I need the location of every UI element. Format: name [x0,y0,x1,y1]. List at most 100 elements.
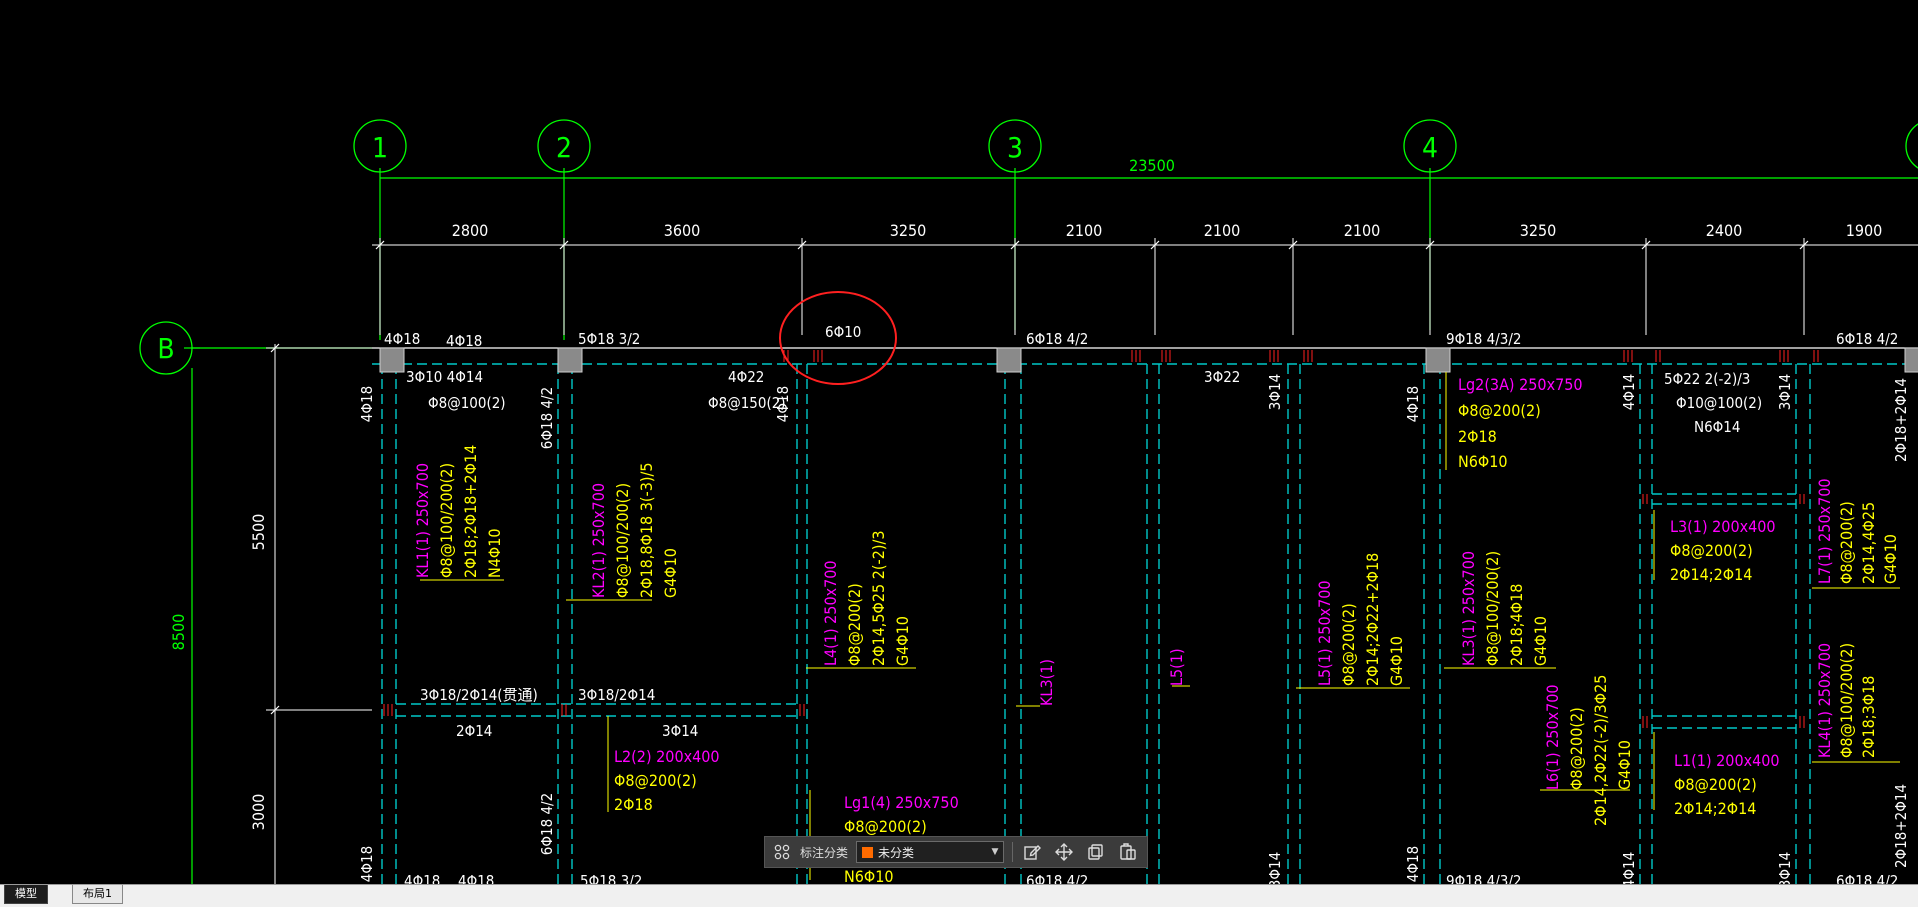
kl3-rebar: 2Φ18;4Φ18 [1507,584,1526,666]
left-overall-dimension: 8500 [169,614,188,651]
edit-icon [1024,845,1042,860]
l5-stirrup: Φ8@200(2) [1339,603,1358,686]
l3-title: L3(1) 200x400 [1670,517,1776,536]
vertical-rebar-label: 4Φ14 [1620,852,1638,888]
lg1-stirrup: Φ8@200(2) [844,817,927,836]
top-rebar-label: 6Φ18 4/2 [1836,330,1898,348]
l-corner-label: N6Φ14 [1694,418,1740,436]
vertical-rebar-label: 3Φ14 [1776,852,1794,888]
top-rebar-label: 5Φ18 3/2 [578,330,640,348]
vertical-rebar-label: 3Φ14 [1776,374,1794,410]
move-annotation-button[interactable] [1051,840,1077,864]
mid-rebar-label: 2Φ14 [456,722,492,740]
l6-side: G4Φ10 [1615,740,1634,790]
lg2-rebar: 2Φ18 [1458,427,1497,446]
l1-stirrup: Φ8@200(2) [1674,775,1757,794]
tab-model[interactable]: 模型 [4,885,48,904]
l2-stirrup: Φ8@200(2) [614,771,697,790]
l7-title: L7(1) 250x700 [1815,478,1834,584]
vertical-rebar-label: 2Φ18+2Φ14 [1892,378,1910,462]
l5-side: G4Φ10 [1387,636,1406,686]
vertical-dim-3000: 3000 [249,794,268,831]
lg2-side: N6Φ10 [1458,452,1508,471]
span-dim: 2400 [1706,221,1743,240]
copy-icon [1088,844,1103,860]
grid-icon[interactable] [770,840,794,864]
lg1-title: Lg1(4) 250x750 [844,793,959,812]
mid-rebar-label: 3Φ18/2Φ14(贯通) [420,686,538,704]
move-icon [1055,843,1074,861]
vertical-rebar-label: 4Φ14 [1620,374,1638,410]
copy-annotation-button[interactable] [1083,840,1109,864]
kl2-rebar: 2Φ18,8Φ18 3(-3)/5 [637,463,656,598]
l3-stirrup: Φ8@200(2) [1670,541,1753,560]
beam-stirrup-label: Φ8@100(2) [428,394,506,412]
chevron-down-icon: ▼ [991,847,999,857]
top-rebar-label: 9Φ18 4/3/2 [1446,330,1522,348]
kl3-mid-label: KL3(1) [1037,659,1056,706]
mid-rebar-label: 3Φ18/2Φ14 [578,686,655,704]
beam-rebar-label: 4Φ22 [728,368,764,386]
l-corner-label: Φ10@100(2) [1676,394,1762,412]
l1-rebar: 2Φ14;2Φ14 [1674,799,1756,818]
span-dim: 2100 [1066,221,1103,240]
vertical-rebar-label: 4Φ18 [1404,386,1422,422]
axis-label-2: 2 [556,131,572,164]
tab-layout1[interactable]: 布局1 [72,885,123,904]
kl2-stirrup: Φ8@100/200(2) [613,483,632,598]
kl4-rebar: 2Φ18;3Φ18 [1859,676,1878,758]
cad-drawing-canvas[interactable]: 1 2 3 4 B 23500 8500 2800 3600 3250 2100… [0,0,1918,906]
span-dim: 3250 [1520,221,1557,240]
bottom-bar-label: 3Φ22 [1204,368,1240,386]
l-corner-label: 5Φ22 2(-2)/3 [1664,370,1750,388]
kl1-title: KL1(1) 250x700 [413,463,432,578]
vertical-rebar-label: 2Φ18+2Φ14 [1892,784,1910,868]
layout-tab-bar [0,884,1918,907]
l4-stirrup: Φ8@200(2) [845,583,864,666]
vertical-rebar-label: 3Φ14 [1266,374,1284,410]
axis-label-1: 1 [372,131,388,164]
toolbar-separator [1012,842,1014,862]
kl4-title: KL4(1) 250x700 [1815,643,1834,758]
l4-title: L4(1) 250x700 [821,560,840,666]
axis-label-3: 3 [1007,131,1023,164]
vertical-rebar-label: 6Φ18 4/2 [538,793,556,855]
l6-title: L6(1) 250x700 [1543,684,1562,790]
paste-annotation-button[interactable] [1115,840,1141,864]
vertical-rebar-label: 4Φ18 [1404,846,1422,882]
span-dim: 2800 [452,221,489,240]
l6-stirrup: Φ8@200(2) [1567,707,1586,790]
edit-annotation-button[interactable] [1019,840,1045,864]
kl1-stirrup: Φ8@100/200(2) [437,463,456,578]
l6-rebar: 2Φ14,2Φ22(-2)/3Φ25 [1591,675,1610,826]
l5-mid-label: L5(1) [1167,648,1186,686]
top-rebar-label: 4Φ18 [446,332,482,350]
paste-icon [1120,843,1136,860]
l2-rebar: 2Φ18 [614,795,653,814]
annotation-category-select[interactable]: 未分类 ▼ [856,841,1005,863]
l5-title: L5(1) 250x700 [1315,580,1334,686]
l2-title: L2(2) 200x400 [614,747,720,766]
l3-rebar: 2Φ14;2Φ14 [1670,565,1752,584]
l4-rebar: 2Φ14,5Φ25 2(-2)/3 [869,531,888,666]
vertical-rebar-label: 4Φ18 [358,846,376,882]
span-dim: 3600 [664,221,701,240]
kl1-rebar: 2Φ18;2Φ18+2Φ14 [461,445,480,578]
top-rebar-label-6phi10: 6Φ10 [825,323,861,341]
lg2-stirrup: Φ8@200(2) [1458,401,1541,420]
vertical-rebar-label: 4Φ18 [774,386,792,422]
span-dim: 2100 [1204,221,1241,240]
vertical-dim-5500: 5500 [249,514,268,551]
span-dim: 2100 [1344,221,1381,240]
span-dim: 1900 [1846,221,1883,240]
axis-label-4: 4 [1422,131,1438,164]
beam-rebar-label: 3Φ10 4Φ14 [406,368,483,386]
l5-rebar: 2Φ14;2Φ22+2Φ18 [1363,553,1382,686]
l7-side: G4Φ10 [1881,534,1900,584]
kl2-title: KL2(1) 250x700 [589,483,608,598]
l7-rebar: 2Φ14,4Φ25 [1859,502,1878,584]
kl3-stirrup: Φ8@100/200(2) [1483,551,1502,666]
l4-side: G4Φ10 [893,616,912,666]
overall-dimension: 23500 [1129,156,1175,175]
kl3-title: KL3(1) 250x700 [1459,551,1478,666]
